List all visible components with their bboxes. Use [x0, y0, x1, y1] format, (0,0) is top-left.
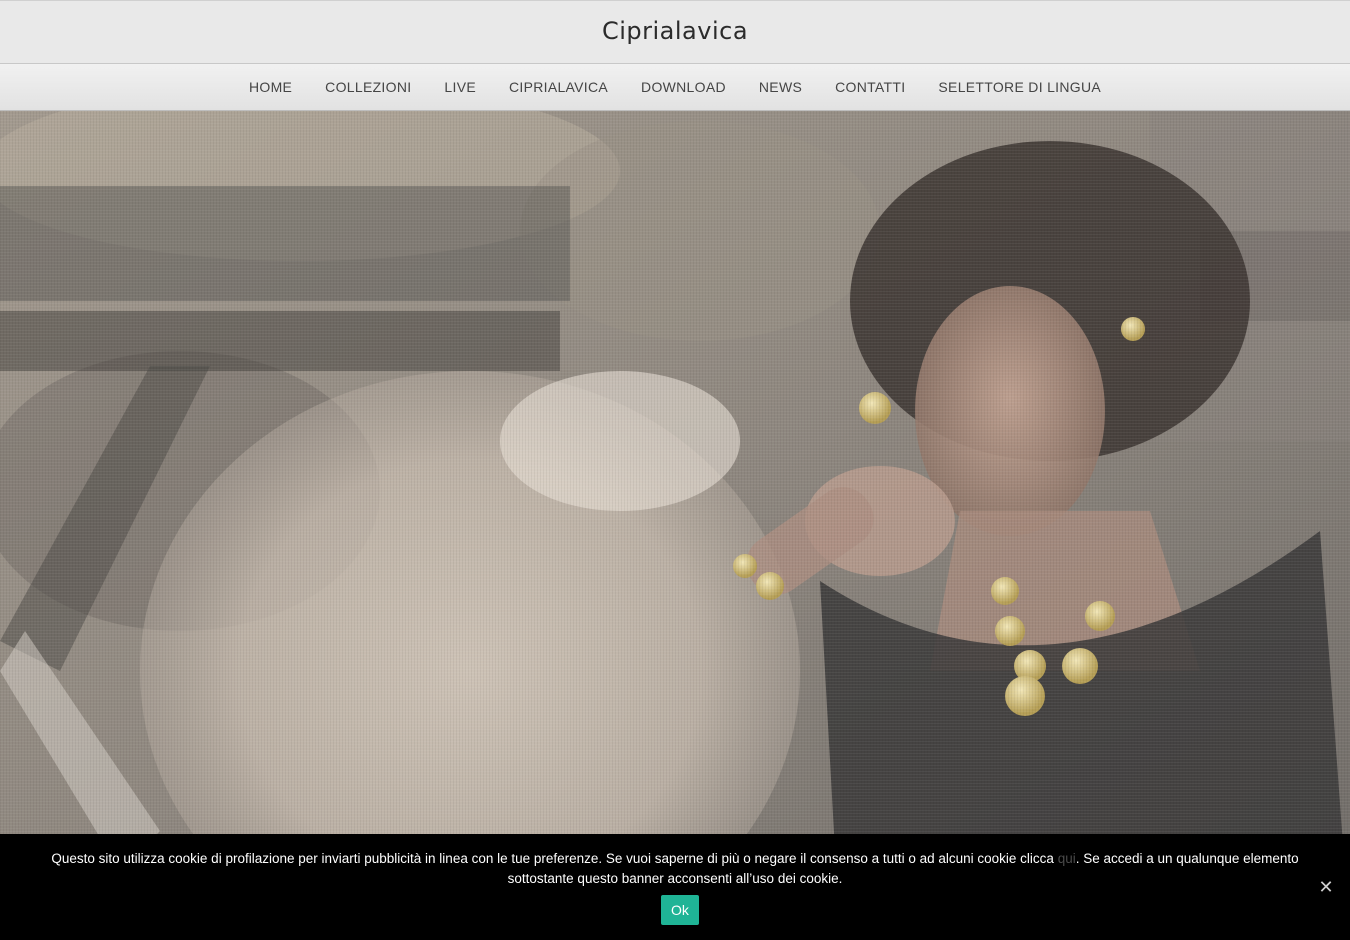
nav-item-news[interactable]: NEWS: [742, 79, 818, 95]
cookie-policy-link[interactable]: qui: [1058, 851, 1076, 866]
nav-item-live[interactable]: LIVE: [428, 79, 493, 95]
nav-item-contatti[interactable]: CONTATTI: [819, 79, 922, 95]
cookie-text-before-link: Questo sito utilizza cookie di profilazi…: [51, 851, 1058, 866]
nav-item-language-selector[interactable]: SELETTORE DI LINGUA: [922, 79, 1118, 95]
cookie-notice-text: Questo sito utilizza cookie di profilazi…: [30, 849, 1320, 889]
nav-item-download[interactable]: DOWNLOAD: [625, 79, 743, 95]
cookie-banner: Questo sito utilizza cookie di profilazi…: [0, 834, 1350, 940]
nav-item-ciprialavica[interactable]: CIPRIALAVICA: [492, 79, 624, 95]
site-header: Ciprialavica: [0, 0, 1350, 64]
nav-item-collezioni[interactable]: COLLEZIONI: [309, 79, 428, 95]
main-nav: HOME COLLEZIONI LIVE CIPRIALAVICA DOWNLO…: [0, 64, 1350, 111]
site-title[interactable]: Ciprialavica: [602, 17, 748, 45]
close-icon[interactable]: ✕: [1316, 878, 1336, 898]
hero-illustration: [0, 111, 1350, 940]
cookie-ok-button[interactable]: Ok: [661, 895, 699, 925]
nav-item-home[interactable]: HOME: [232, 79, 308, 95]
hero-image: [0, 111, 1350, 940]
